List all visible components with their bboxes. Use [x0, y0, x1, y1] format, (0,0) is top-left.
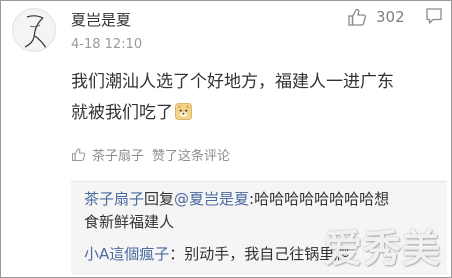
comment-username[interactable]: 夏岂是夏 [71, 9, 131, 30]
like-count: 302 [376, 8, 405, 26]
reply-text: ：别动手，我自己往锅里爬 [169, 245, 350, 263]
author-liked-name[interactable]: 茶子扇子 [92, 145, 144, 164]
avatar-sketch-icon [24, 15, 47, 49]
reply-icon[interactable] [425, 7, 443, 25]
comment-card: 夏岂是夏 4-18 12:10 302 我们潮汕人选了个好地方，福建人一进广东 … [0, 0, 452, 278]
comment-content-line: 我们潮汕人选了个好地方，福建人一进广东 [71, 72, 394, 92]
comment-content-line: 就被我们吃了 [71, 98, 441, 129]
reply-mention[interactable]: @夏岂是夏 [174, 190, 249, 208]
reply-author[interactable]: 小A這個瘋子 [84, 245, 169, 263]
comment-content-text: 就被我们吃了 [71, 103, 173, 123]
doge-emoji-icon [175, 103, 192, 120]
avatar[interactable] [12, 8, 56, 52]
comment-time: 4-18 12:10 [71, 37, 143, 52]
reply-author[interactable]: 茶子扇子 [84, 190, 144, 208]
reply-item[interactable]: 小A這個瘋子：别动手，我自己往锅里爬 [84, 243, 439, 266]
mini-thumb-up-icon [71, 147, 86, 161]
author-liked-notice: 茶子扇子 赞了这条评论 [71, 145, 231, 164]
thumb-up-icon [348, 8, 366, 26]
reply-text-continued: 食新鲜福建人 [84, 213, 175, 231]
reply-list: 茶子扇子回复@夏岂是夏:哈哈哈哈哈哈哈哈想 食新鲜福建人 小A這個瘋子：别动手，… [71, 181, 447, 275]
reply-text: :哈哈哈哈哈哈哈哈想 [249, 190, 390, 208]
author-liked-text: 赞了这条评论 [152, 148, 231, 164]
reply-line: 茶子扇子回复@夏岂是夏:哈哈哈哈哈哈哈哈想 [84, 188, 439, 211]
reply-item[interactable]: 茶子扇子回复@夏岂是夏:哈哈哈哈哈哈哈哈想 食新鲜福建人 [84, 188, 439, 234]
like-button[interactable]: 302 [347, 7, 405, 27]
reply-word: 回复 [144, 190, 175, 208]
comment-content: 我们潮汕人选了个好地方，福建人一进广东 就被我们吃了 [71, 67, 441, 129]
